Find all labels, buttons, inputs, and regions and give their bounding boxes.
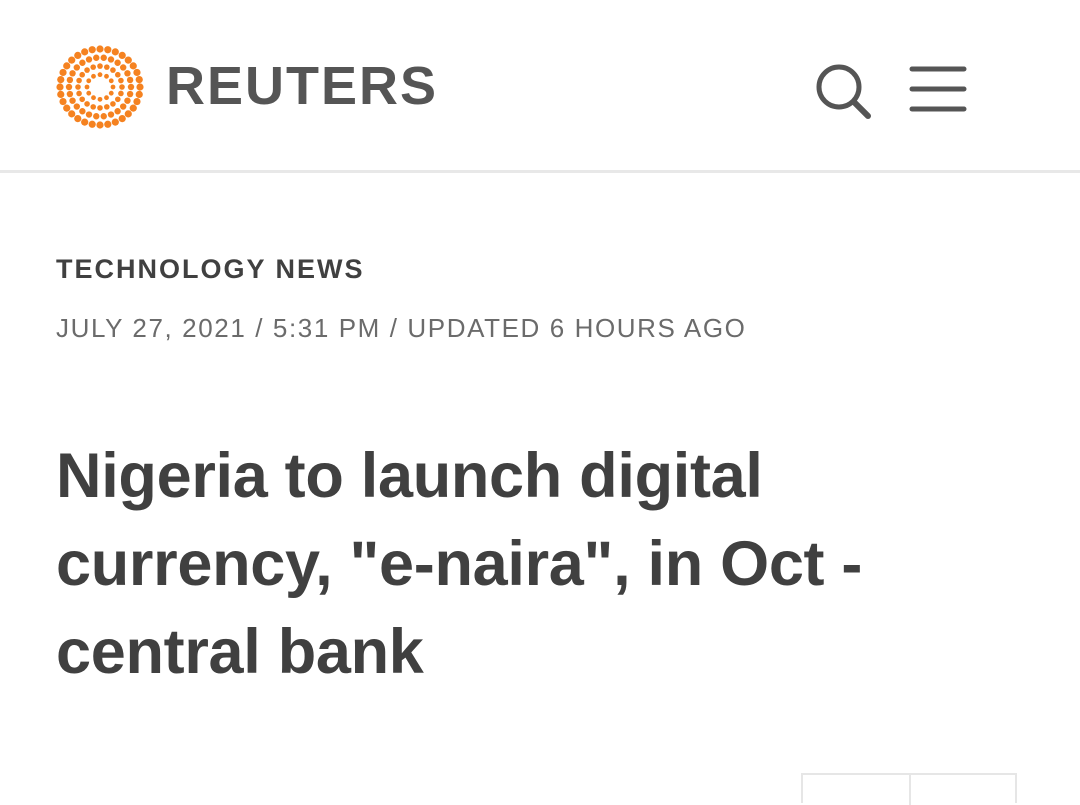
search-button[interactable] <box>810 58 876 124</box>
share-divider <box>909 775 911 805</box>
site-header: REUTERS <box>0 0 1080 173</box>
section-label[interactable]: TECHNOLOGY NEWS <box>56 252 365 286</box>
article-headline: Nigeria to launch digital currency, "e-n… <box>56 441 863 687</box>
menu-button[interactable] <box>904 62 970 118</box>
brand-wordmark[interactable]: REUTERS <box>166 54 438 118</box>
share-buttons[interactable] <box>801 773 1017 805</box>
reuters-logo-icon[interactable] <box>52 42 148 132</box>
search-icon <box>816 64 871 119</box>
hamburger-menu-icon <box>909 66 967 112</box>
article-dateline: JULY 27, 2021 / 5:31 PM / UPDATED 6 HOUR… <box>56 313 747 343</box>
